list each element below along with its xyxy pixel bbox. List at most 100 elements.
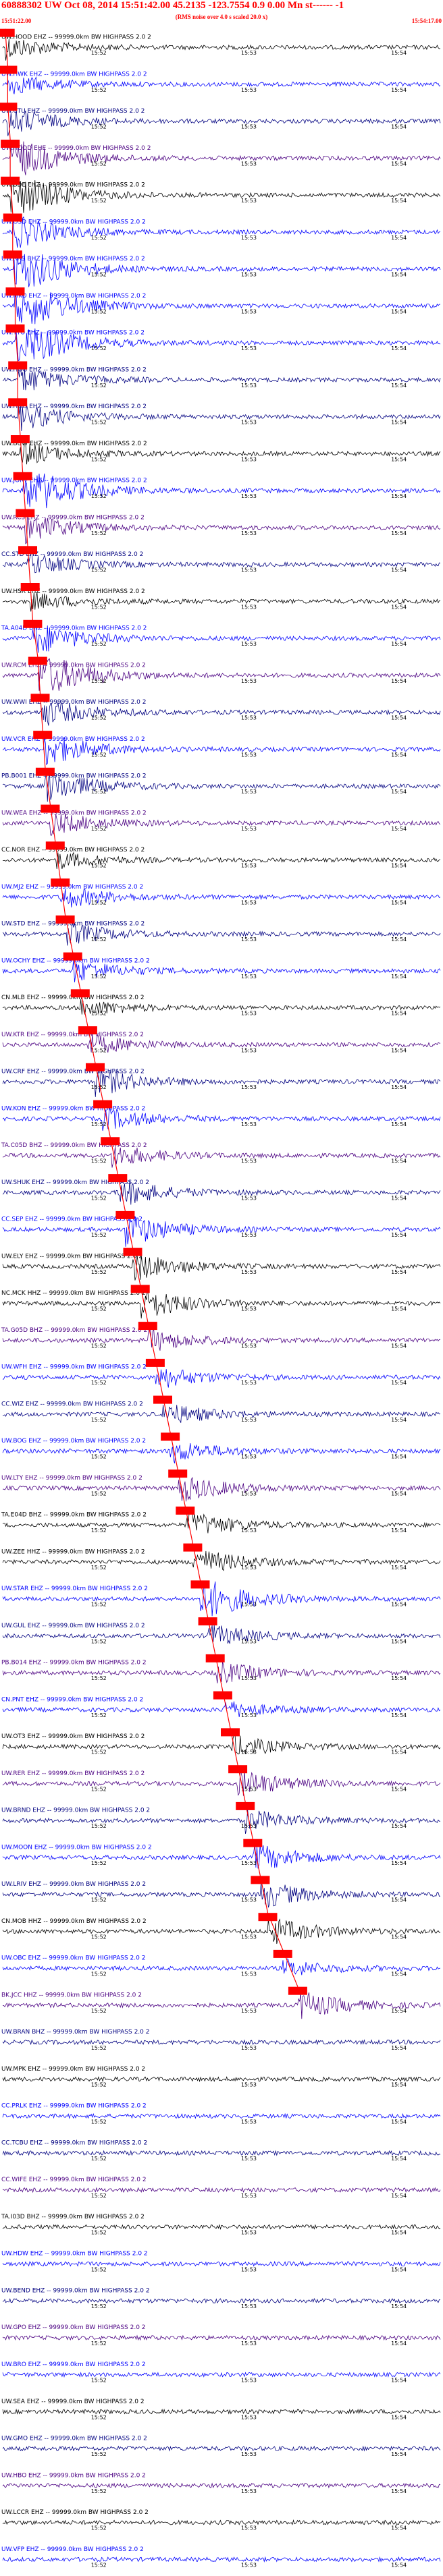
tick-label: 15:53 xyxy=(241,2451,257,2457)
station-label: TA.C05D BHZ -- 99999.0km BW HIGHPASS 2.0… xyxy=(1,1142,147,1149)
tick-label: 15:52 xyxy=(91,1084,107,1090)
trace-row: UW.JORV EHZ -- 99999.0km BW HIGHPASS 2.0… xyxy=(1,472,441,509)
tick-label: 15:53 xyxy=(241,604,257,610)
tick-label: 15:52 xyxy=(91,1380,107,1386)
tick-label: 15:54 xyxy=(391,1454,407,1460)
tick-label: 15:53 xyxy=(241,1897,257,1903)
waveform-series xyxy=(2,851,441,869)
trace-row: UW.LTY EHZ -- 99999.0km BW HIGHPASS 2.0 … xyxy=(1,1469,441,1502)
tick-label: 15:54 xyxy=(391,2266,407,2272)
trace-row: UW.OBC EHZ -- 99999.0km BW HIGHPASS 2.0 … xyxy=(1,1949,441,1977)
station-label: UW.BRO EHZ -- 99999.0km BW HIGHPASS 2.0 … xyxy=(1,2361,146,2368)
tick-label: 15:53 xyxy=(241,678,257,684)
tick-label: 15:54 xyxy=(391,1417,407,1423)
waveform-series xyxy=(2,2519,441,2525)
trace-row: UW.CTU EHZ -- 99999.0km BW HIGHPASS 2.0 … xyxy=(0,103,441,136)
tick-label: 15:52 xyxy=(91,2303,107,2309)
tick-label: 15:52 xyxy=(91,1934,107,1940)
tick-label: 15:52 xyxy=(91,974,107,980)
station-label: UW.BRND EHZ -- 99999.0km BW HIGHPASS 2.0… xyxy=(1,1808,150,1814)
tick-label: 15:53 xyxy=(241,826,257,832)
trace-row: UW.LRIV EHZ -- 99999.0km BW HIGHPASS 2.0… xyxy=(1,1876,441,1908)
tick-label: 15:52 xyxy=(91,715,107,721)
tick-label: 15:52 xyxy=(91,1528,107,1534)
tick-label: 15:52 xyxy=(91,2230,107,2236)
trace-row: UW.HBO EHZ -- 99999.0km BW HIGHPASS 2.0 … xyxy=(1,2472,441,2494)
tick-label: 15:53 xyxy=(241,493,257,499)
station-label: UW.ZEE HHZ -- 99999.0km BW HIGHPASS 2.0 … xyxy=(1,1548,145,1555)
waveform-series xyxy=(2,2260,441,2267)
tick-label: 15:53 xyxy=(241,2266,257,2272)
tick-label: 15:52 xyxy=(91,272,107,278)
tick-label: 15:53 xyxy=(241,1232,257,1238)
tick-label: 15:53 xyxy=(241,2119,257,2125)
tick-label: 15:53 xyxy=(241,383,257,389)
trace-row: UW.MJ2 EHZ -- 99999.0km BW HIGHPASS 2.0 … xyxy=(1,878,441,907)
tick-label: 15:54 xyxy=(391,1306,407,1312)
station-label: UW.STAR EHZ -- 99999.0km BW HIGHPASS 2.0… xyxy=(1,1586,148,1592)
tick-label: 15:52 xyxy=(91,530,107,536)
tick-label: 15:53 xyxy=(241,124,257,130)
trace-row: UW.STAR EHZ -- 99999.0km BW HIGHPASS 2.0… xyxy=(1,1580,441,1617)
tick-label: 15:52 xyxy=(91,1121,107,1127)
trace-row: UW.SHUK EHZ -- 99999.0km BW HIGHPASS 2.0… xyxy=(1,1174,441,1205)
tick-label: 15:53 xyxy=(241,272,257,278)
tick-label: 15:52 xyxy=(91,567,107,573)
waveform-series xyxy=(2,2408,441,2415)
station-label: NC.MCK HHZ -- 99999.0km BW HIGHPASS 2.0 … xyxy=(1,1290,146,1297)
tick-label: 15:52 xyxy=(91,308,107,314)
station-label: UW.MPK EHZ -- 99999.0km BW HIGHPASS 2.0 … xyxy=(1,2066,145,2073)
tick-label: 15:54 xyxy=(391,2414,407,2420)
station-label: UW.OT3 EHZ -- 99999.0km BW HIGHPASS 2.0 … xyxy=(1,1733,145,1740)
tick-label: 15:52 xyxy=(91,2341,107,2347)
tick-label: 15:52 xyxy=(91,1749,107,1756)
tick-label: 15:53 xyxy=(241,1639,257,1645)
waveform-series xyxy=(2,2039,441,2046)
tick-label: 15:52 xyxy=(91,899,107,905)
tick-label: 15:54 xyxy=(391,899,407,905)
tick-label: 15:53 xyxy=(241,789,257,795)
station-label: UW.BEND EHZ -- 99999.0km BW HIGHPASS 2.0… xyxy=(1,2288,150,2295)
trace-row: PB.B014 EHZ -- 99999.0km BW HIGHPASS 2.0… xyxy=(1,1654,441,1684)
trace-row: UW.GUL EHZ -- 99999.0km BW HIGHPASS 2.0 … xyxy=(1,1617,441,1645)
trace-row: CC.WIZ EHZ -- 99999.0km BW HIGHPASS 2.0 … xyxy=(1,1395,441,1423)
trace-row: UW.BUW EHZ -- 99999.0km BW HIGHPASS 2.0 … xyxy=(1,435,441,465)
trace-row: UW.ELY EHZ -- 99999.0km BW HIGHPASS 2.0 … xyxy=(1,1248,441,1281)
station-label: UW.WEA EHZ -- 99999.0km BW HIGHPASS 2.0 … xyxy=(1,810,147,816)
pick-marker xyxy=(0,65,18,74)
tick-label: 15:53 xyxy=(241,1749,257,1756)
waveform-series xyxy=(2,1701,441,1717)
tick-label: 15:52 xyxy=(91,1343,107,1349)
tick-label: 15:54 xyxy=(391,936,407,943)
tick-label: 15:52 xyxy=(91,50,107,56)
station-label: UW.BDE EHZ -- 99999.0km BW HIGHPASS 2.0 … xyxy=(1,182,145,189)
trace-row: CC.PRLK EHZ -- 99999.0km BW HIGHPASS 2.0… xyxy=(1,2103,441,2125)
tick-label: 15:54 xyxy=(391,1011,407,1017)
tick-label: 15:52 xyxy=(91,1639,107,1645)
waveform-series xyxy=(2,2297,441,2304)
station-label: UW.VCR EHZ -- 99999.0km BW HIGHPASS 2.0 … xyxy=(1,736,145,743)
station-label: BK.JCC HHZ -- 99999.0km BW HIGHPASS 2.0 … xyxy=(1,1992,142,1999)
tick-label: 15:54 xyxy=(391,1528,407,1534)
tick-label: 15:52 xyxy=(91,198,107,204)
tick-label: 15:53 xyxy=(241,87,257,93)
station-label: UW.ELY EHZ -- 99999.0km BW HIGHPASS 2.0 … xyxy=(1,1253,142,1260)
trace-row: UW.SEA EHZ -- 99999.0km BW HIGHPASS 2.0 … xyxy=(1,2399,441,2420)
trace-row: UW.BRO EHZ -- 99999.0km BW HIGHPASS 2.0 … xyxy=(1,2361,441,2384)
trace-row: UW.LCCR EHZ -- 99999.0km BW HIGHPASS 2.0… xyxy=(1,2509,441,2531)
tick-label: 15:52 xyxy=(91,826,107,832)
tick-label: 15:52 xyxy=(91,604,107,610)
waveform-series xyxy=(2,1147,441,1168)
tick-label: 15:53 xyxy=(241,2193,257,2199)
tick-label: 15:54 xyxy=(391,1749,407,1756)
trace-row: UW.WEA EHZ -- 99999.0km BW HIGHPASS 2.0 … xyxy=(1,804,441,836)
trace-row: TA.A04D BHZ -- 99999.0km BW HIGHPASS 2.0… xyxy=(1,619,441,653)
pick-marker xyxy=(0,103,18,111)
tick-label: 15:53 xyxy=(241,1121,257,1127)
station-label: UW.OSD EHZ -- 99999.0km BW HIGHPASS 2.0 … xyxy=(1,219,146,225)
tick-label: 15:54 xyxy=(391,198,407,204)
trace-row: UW.VFP EHZ -- 99999.0km BW HIGHPASS 2.0 … xyxy=(1,2546,441,2568)
tick-label: 15:53 xyxy=(241,2045,257,2051)
station-label: TA.E04D BHZ -- 99999.0km BW HIGHPASS 2.0… xyxy=(1,1512,147,1519)
tick-label: 15:54 xyxy=(391,161,407,167)
